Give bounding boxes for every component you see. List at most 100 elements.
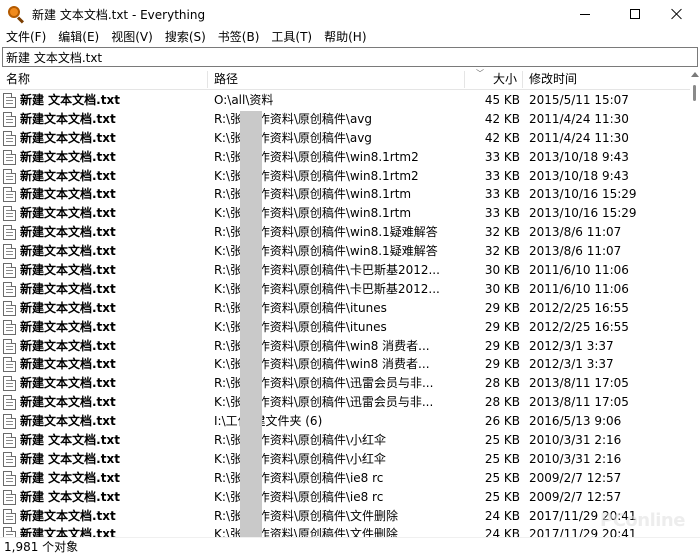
file-size: 28 KB [484, 395, 520, 410]
table-row[interactable]: 新建文本文档.txt R:\张 工作资料\原创稿件\win8 消费者... 29 K… [0, 337, 690, 356]
file-name: 新建 文本文档.txt [20, 489, 120, 504]
menu-search[interactable]: 搜索(S) [159, 28, 212, 46]
everything-app-icon [8, 6, 25, 24]
file-modified: 2012/3/1 3:37 [529, 357, 614, 372]
menu-bar: 文件(F) 编辑(E) 视图(V) 搜索(S) 书签(B) 工具(T) 帮助(H… [0, 28, 700, 46]
minimize-icon [580, 13, 590, 15]
file-size: 24 KB [484, 527, 520, 537]
file-modified: 2013/8/6 11:07 [529, 244, 622, 259]
file-size: 25 KB [484, 489, 520, 504]
menu-bookmarks[interactable]: 书签(B) [212, 28, 266, 46]
file-name: 新建文本文档.txt [20, 263, 116, 278]
text-file-icon [3, 527, 16, 537]
text-file-icon [3, 244, 16, 260]
table-row[interactable]: 新建文本文档.txt R:\张 工作资料\原创稿件\win8.1rtm 33 KB 2… [0, 185, 690, 204]
column-header-date[interactable]: 修改时间 [523, 69, 690, 90]
column-header-size[interactable]: 大小 [465, 69, 522, 90]
pconline-watermark-logo: PConline [600, 508, 696, 554]
menu-tools[interactable]: 工具(T) [265, 28, 318, 46]
table-row[interactable]: 新建 文本文档.txt R:\张 工作资料\原创稿件\小红伞 25 KB 2010/3… [0, 431, 690, 450]
scroll-up-arrow-icon[interactable] [691, 72, 699, 77]
text-file-icon [3, 263, 16, 279]
table-row[interactable]: 新建 文本文档.txt R:\张 工作资料\原创稿件\ie8 rc 25 KB 200… [0, 469, 690, 488]
text-file-icon [3, 433, 16, 449]
search-input[interactable] [2, 47, 698, 67]
table-row[interactable]: 新建文本文档.txt R:\张 工作资料\原创稿件\win8.1rtm2 33 KB… [0, 148, 690, 167]
file-size: 32 KB [484, 244, 520, 259]
file-name: 新建文本文档.txt [20, 206, 116, 221]
text-file-icon [3, 376, 16, 392]
text-file-icon [3, 130, 16, 146]
table-row[interactable]: 新建文本文档.txt R:\张 工作资料\原创稿件\迅雷会员与非... 28 KB 2… [0, 374, 690, 393]
table-row[interactable]: 新建 文本文档.txt K:\张 工作资料\原创稿件\小红伞 25 KB 2010/3… [0, 450, 690, 469]
file-size: 42 KB [484, 111, 520, 126]
table-row[interactable]: 新建文本文档.txt K:\张 工作资料\原创稿件\卡巴斯基2012... 30 K… [0, 280, 690, 299]
menu-edit[interactable]: 编辑(E) [52, 28, 105, 46]
file-name: 新建文本文档.txt [20, 187, 116, 202]
file-modified: 2013/10/18 9:43 [529, 149, 629, 164]
table-row[interactable]: 新建文本文档.txt R:\张 工作资料\原创稿件\itunes 29 KB 2012… [0, 299, 690, 318]
file-size: 45 KB [484, 93, 520, 107]
maximize-icon [630, 9, 640, 19]
file-size: 29 KB [484, 338, 520, 353]
file-size: 33 KB [484, 187, 520, 202]
file-size: 25 KB [484, 470, 520, 485]
file-name: 新建 文本文档.txt [20, 433, 120, 448]
file-modified: 2013/10/16 15:29 [529, 206, 637, 221]
table-row[interactable]: 新建文本文档.txt K:\张 工作资料\原创稿件\win8.1rtm2 33 KB… [0, 167, 690, 186]
maximize-button[interactable] [612, 0, 658, 28]
file-size: 25 KB [484, 451, 520, 466]
file-name: 新建文本文档.txt [20, 376, 116, 391]
watermark-brand: PConline [600, 510, 685, 531]
file-name: 新建文本文档.txt [20, 111, 116, 126]
column-header-name[interactable]: 名称 [0, 69, 207, 90]
table-row[interactable]: 新建文本文档.txt R:\张 工作资料\原创稿件\avg 42 KB 2011/4/… [0, 110, 690, 129]
table-row[interactable]: 新建文本文档.txt K:\张 工作资料\原创稿件\avg 42 KB 2011/4/… [0, 129, 690, 148]
table-row[interactable]: 新建 文本文档.txt K:\张 工作资料\原创稿件\ie8 rc 25 KB 200… [0, 488, 690, 507]
text-file-icon [3, 206, 16, 222]
file-modified: 2009/2/7 12:57 [529, 489, 622, 504]
file-modified: 2013/8/11 17:05 [529, 395, 629, 410]
table-row[interactable]: 新建文本文档.txt R:\张 工作资料\原创稿件\文件删除 24 KB 2017/1… [0, 507, 690, 526]
file-size: 28 KB [484, 376, 520, 391]
table-row[interactable]: 新建文本文档.txt K:\张 工作资料\原创稿件\win8 消费者... 29 K… [0, 355, 690, 374]
file-size: 30 KB [484, 263, 520, 278]
file-name: 新建文本文档.txt [20, 414, 116, 429]
table-row[interactable]: 新建文本文档.txt R:\张 工作资料\原创稿件\win8.1疑难解答 32 KB… [0, 223, 690, 242]
file-name: 新建文本文档.txt [20, 508, 116, 523]
file-modified: 2015/5/11 15:07 [529, 93, 629, 107]
table-row[interactable]: 新建文本文档.txt K:\张 工作资料\原创稿件\itunes 29 KB 2012… [0, 318, 690, 337]
text-file-icon [3, 187, 16, 203]
menu-view[interactable]: 视图(V) [105, 28, 159, 46]
menu-file[interactable]: 文件(F) [0, 28, 52, 46]
file-size: 33 KB [484, 149, 520, 164]
file-name: 新建文本文档.txt [20, 300, 116, 315]
menu-help[interactable]: 帮助(H) [318, 28, 372, 46]
column-header-path[interactable]: 路径 [208, 69, 464, 90]
file-name: 新建 文本文档.txt [20, 451, 120, 466]
table-row[interactable]: 新建文本文档.txt K:\张 工作资料\原创稿件\迅雷会员与非... 28 KB 2… [0, 393, 690, 412]
file-modified: 2010/3/31 2:16 [529, 451, 622, 466]
file-size: 33 KB [484, 206, 520, 221]
file-modified: 2013/8/11 17:05 [529, 376, 629, 391]
table-row[interactable]: 新建文本文档.txt K:\张 工作资料\原创稿件\win8.1疑难解答 32 KB… [0, 242, 690, 261]
table-row[interactable]: 新建文本文档.txt I:\工作 建文件夹 (6) 26 KB 2016/5/13 9… [0, 412, 690, 431]
table-row[interactable]: 新建文本文档.txt R:\张 工作资料\原创稿件\卡巴斯基2012... 30 K… [0, 261, 690, 280]
close-icon [671, 8, 683, 20]
file-modified: 2013/10/16 15:29 [529, 187, 637, 202]
table-row[interactable]: 新建文本文档.txt K:\张 工作资料\原创稿件\win8.1rtm 33 KB 2… [0, 204, 690, 223]
table-row[interactable]: 新建 文本文档.txt O:\all\资料 45 KB 2015/5/11 15:07 [0, 91, 690, 110]
file-modified: 2011/6/10 11:06 [529, 281, 629, 296]
results-list: 新建 文本文档.txt O:\all\资料 45 KB 2015/5/11 15:07… [0, 91, 690, 537]
table-row[interactable]: 新建文本文档.txt K:\张 工作资料\原创稿件\文件删除 24 KB 2017/1… [0, 525, 690, 537]
file-name: 新建文本文档.txt [20, 149, 116, 164]
text-file-icon [3, 470, 16, 486]
close-button[interactable] [654, 0, 700, 28]
text-file-icon [3, 149, 16, 165]
minimize-button[interactable] [562, 0, 608, 28]
file-name: 新建文本文档.txt [20, 168, 116, 183]
scroll-thumb[interactable] [693, 85, 696, 101]
file-modified: 2011/6/10 11:06 [529, 263, 629, 278]
vertical-scrollbar[interactable] [690, 69, 700, 537]
text-file-icon [3, 395, 16, 411]
